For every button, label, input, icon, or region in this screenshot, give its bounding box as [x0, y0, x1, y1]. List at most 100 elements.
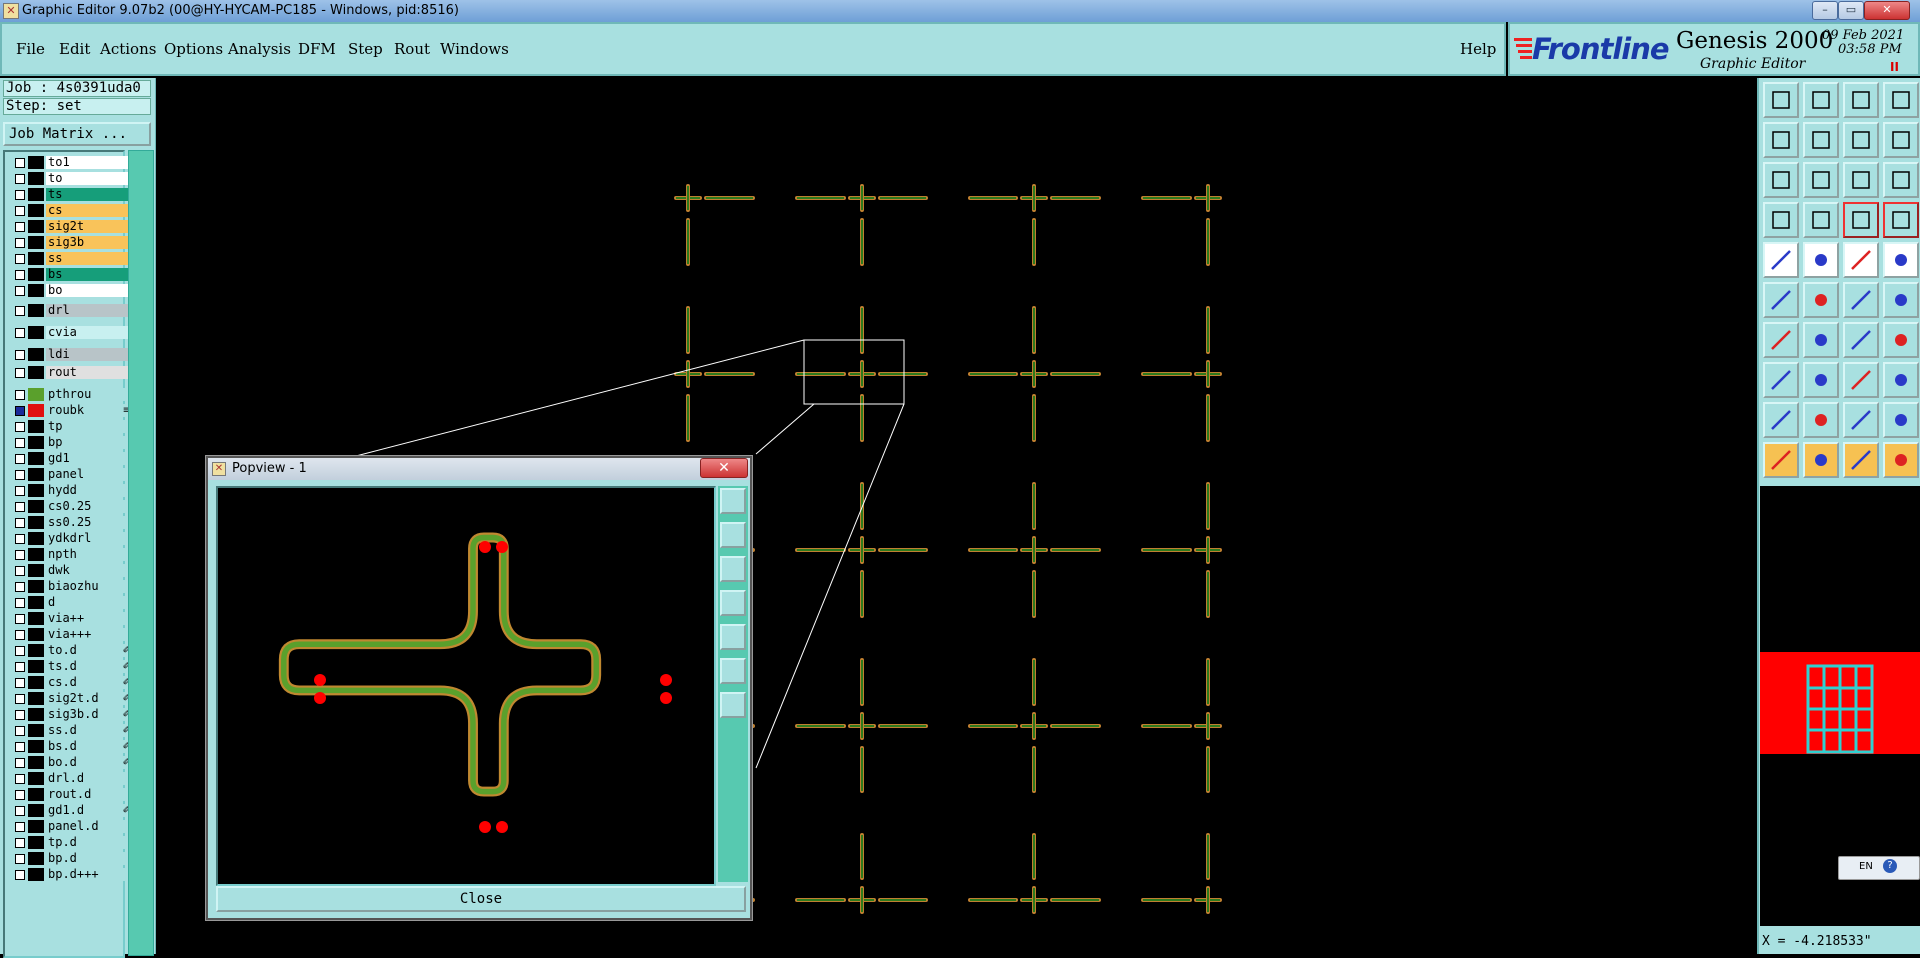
popview-pan-up-icon[interactable] [720, 522, 746, 548]
layer-row-cs-d[interactable]: cs.d ✐ [11, 676, 131, 690]
layer-name[interactable]: d [46, 596, 131, 609]
layer-color-swatch[interactable] [28, 692, 44, 705]
layer-name[interactable]: drl [46, 304, 131, 317]
layer-color-swatch[interactable] [28, 516, 44, 529]
layer-name[interactable]: cs.d ✐ [46, 676, 131, 689]
layer-row-sig2t-d[interactable]: sig2t.d ✐ [11, 692, 131, 706]
layer-row-roubk[interactable]: roubk ≡ [11, 404, 131, 418]
circle-pad-button[interactable] [1883, 242, 1919, 278]
ruler-button[interactable] [1843, 242, 1879, 278]
job-matrix-button[interactable]: Job Matrix ... [3, 122, 151, 146]
layer-row-ss-d[interactable]: ss.d ✐ [11, 724, 131, 738]
help-query-button[interactable] [1883, 162, 1919, 198]
menu-analysis[interactable]: Analysis [228, 40, 291, 58]
popview-zoom-fit-icon[interactable] [720, 658, 746, 684]
layer-row-dwk[interactable]: dwk [11, 564, 131, 578]
select-arrow-button[interactable] [1763, 442, 1799, 478]
layer-color-swatch[interactable] [28, 676, 44, 689]
add-pad-button[interactable] [1763, 242, 1799, 278]
layer-row-sig2t[interactable]: sig2t [11, 220, 131, 234]
layer-checkbox[interactable] [15, 238, 25, 248]
cross-node-button[interactable] [1803, 282, 1839, 318]
popview-close-button[interactable]: Close [216, 886, 746, 912]
popview-zoom-center-icon[interactable] [720, 692, 746, 718]
layer-name[interactable]: biaozhu [46, 580, 131, 593]
bracket-button[interactable] [1843, 362, 1879, 398]
diagonal-line-button[interactable] [1803, 322, 1839, 358]
layer-color-swatch[interactable] [28, 772, 44, 785]
layer-color-swatch[interactable] [28, 388, 44, 401]
layer-name[interactable]: via++ [46, 612, 131, 625]
layer-color-swatch[interactable] [28, 404, 44, 417]
point-a-button[interactable] [1843, 282, 1879, 318]
layer-row-cs[interactable]: cs [11, 204, 131, 218]
layer-row-gd1-d[interactable]: gd1.d ✐ [11, 804, 131, 818]
step-in-button[interactable] [1763, 122, 1799, 158]
layer-color-swatch[interactable] [28, 788, 44, 801]
layer-checkbox[interactable] [15, 270, 25, 280]
layer-color-swatch[interactable] [28, 564, 44, 577]
layer-color-swatch[interactable] [28, 644, 44, 657]
layer-color-swatch[interactable] [28, 452, 44, 465]
layer-checkbox[interactable] [15, 774, 25, 784]
layer-color-swatch[interactable] [28, 548, 44, 561]
layer-color-swatch[interactable] [28, 326, 44, 339]
layer-checkbox[interactable] [15, 158, 25, 168]
layer-checkbox[interactable] [15, 486, 25, 496]
layer-color-swatch[interactable] [28, 188, 44, 201]
menu-file[interactable]: File [16, 40, 45, 58]
layer-name[interactable]: ss0.25 [46, 516, 131, 529]
layer-name[interactable]: bo.d ✐ [46, 756, 131, 769]
snake-button[interactable] [1883, 122, 1919, 158]
arch-button[interactable] [1843, 402, 1879, 438]
triangle-b-button[interactable] [1803, 402, 1839, 438]
layer-name[interactable]: bs.d ✐ [46, 740, 131, 753]
layer-name[interactable]: pthrou [46, 388, 131, 401]
layer-checkbox[interactable] [15, 742, 25, 752]
layer-checkbox[interactable] [15, 822, 25, 832]
layer-color-swatch[interactable] [28, 220, 44, 233]
layer-row-drl-d[interactable]: drl.d [11, 772, 131, 786]
layer-checkbox[interactable] [15, 222, 25, 232]
layer-color-swatch[interactable] [28, 820, 44, 833]
layer-checkbox[interactable] [15, 190, 25, 200]
layer-name[interactable]: bp.d+++ [46, 868, 131, 881]
layer-checkbox[interactable] [15, 806, 25, 816]
layer-color-swatch[interactable] [28, 596, 44, 609]
layer-checkbox[interactable] [15, 470, 25, 480]
layer-color-swatch[interactable] [28, 724, 44, 737]
undo-button[interactable] [1843, 122, 1879, 158]
layer-row-sig3b-d[interactable]: sig3b.d ✐ [11, 708, 131, 722]
corner-pad-button[interactable] [1763, 362, 1799, 398]
layer-checkbox[interactable] [15, 710, 25, 720]
layer-color-swatch[interactable] [28, 172, 44, 185]
layer-color-swatch[interactable] [28, 628, 44, 641]
layer-name[interactable]: ts [46, 188, 131, 201]
window-split-button[interactable] [1883, 82, 1919, 118]
popview-pan-right-icon[interactable] [720, 624, 746, 650]
layer-color-swatch[interactable] [28, 836, 44, 849]
layer-checkbox[interactable] [15, 534, 25, 544]
node-connect-button[interactable] [1763, 282, 1799, 318]
square-pad-button[interactable] [1883, 362, 1919, 398]
zoom-center-button[interactable] [1803, 162, 1839, 198]
measure-button[interactable] [1763, 202, 1799, 238]
layer-color-swatch[interactable] [28, 740, 44, 753]
layer-color-swatch[interactable] [28, 500, 44, 513]
popview-pan-down-icon[interactable] [720, 556, 746, 582]
scale-1to2-button[interactable] [1843, 162, 1879, 198]
layer-row-ss0-25[interactable]: ss0.25 [11, 516, 131, 530]
layer-color-swatch[interactable] [28, 252, 44, 265]
help-circle-icon[interactable]: ? [1883, 859, 1897, 873]
layer-row-biaozhu[interactable]: biaozhu [11, 580, 131, 594]
save-button[interactable] [1803, 82, 1839, 118]
layer-checkbox[interactable] [15, 254, 25, 264]
layer-name[interactable]: gd1 [46, 452, 131, 465]
layer-up-button[interactable] [1843, 202, 1879, 238]
layer-checkbox[interactable] [15, 678, 25, 688]
layer-checkbox[interactable] [15, 306, 25, 316]
layer-checkbox[interactable] [15, 454, 25, 464]
layer-name[interactable]: ts.d ✐ [46, 660, 131, 673]
layer-name[interactable]: ldi [46, 348, 131, 361]
layer-name[interactable]: sig3b [46, 236, 131, 249]
